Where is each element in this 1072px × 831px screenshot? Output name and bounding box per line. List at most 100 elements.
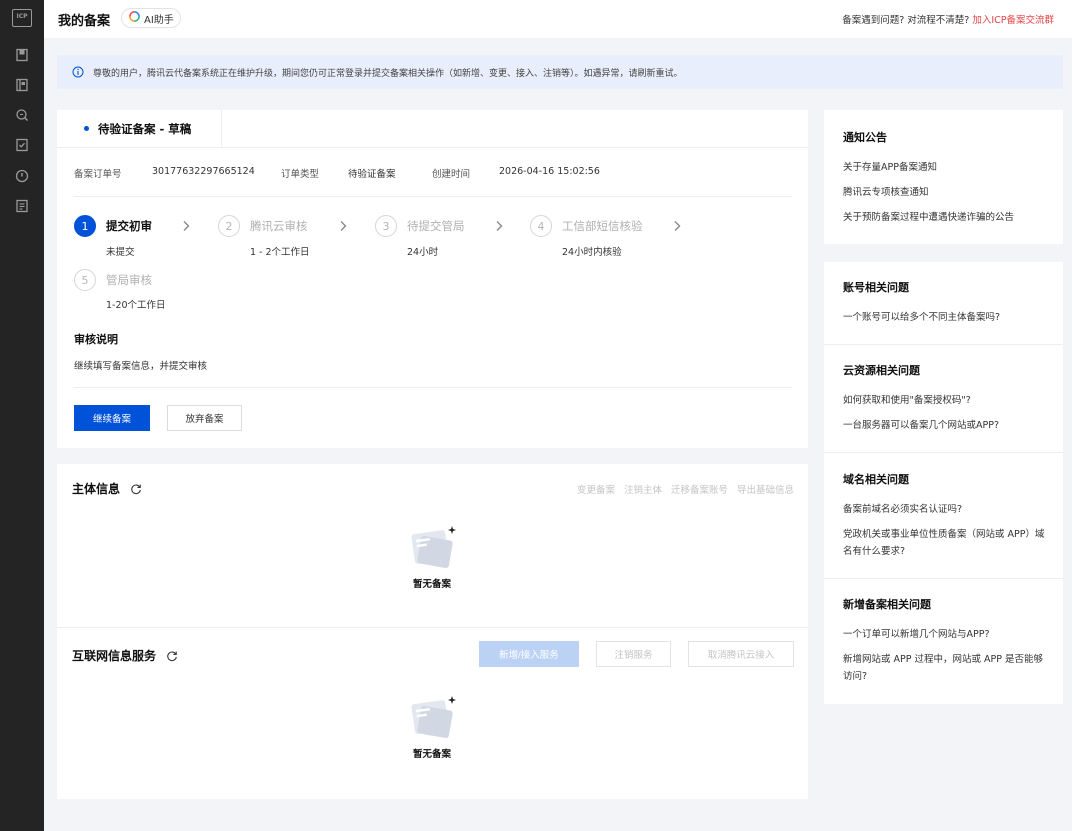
empty-folder-icon <box>405 694 459 740</box>
continue-filing-button[interactable]: 继续备案 <box>74 405 150 431</box>
ai-sparkle-icon <box>129 11 140 25</box>
faq-divider <box>824 344 1063 345</box>
faq-link[interactable]: 备案前域名必须实名认证吗? <box>843 501 1048 518</box>
tab-divider <box>222 147 808 148</box>
faq-link[interactable]: 一个账号可以给多个不同主体备案吗? <box>843 309 1048 326</box>
help-text: 备案遇到问题? 对流程不清楚? 加入ICP备案交流群 <box>842 12 1054 26</box>
help-question: 备案遇到问题? 对流程不清楚? <box>842 15 970 26</box>
notice-card: 通知公告 关于存量APP备案通知 腾讯云专项核查通知 关于预防备案过程中遭遇快递… <box>824 110 1063 244</box>
review-divider <box>74 387 792 388</box>
step-2-sub: 1 - 2个工作日 <box>250 247 310 258</box>
chevron-right-icon <box>338 220 348 232</box>
step-5-label: 管局审核 <box>106 273 152 287</box>
add-service-button[interactable]: 新增/接入服务 <box>479 641 579 667</box>
step-4-sub: 24小时内核验 <box>562 247 622 258</box>
cancel-service-button[interactable]: 注销服务 <box>596 641 671 667</box>
review-title: 审核说明 <box>74 333 118 346</box>
faq-link[interactable]: 一个订单可以新增几个网站与APP? <box>843 626 1048 643</box>
step-5-sub: 1-20个工作日 <box>106 300 166 311</box>
faq-link[interactable]: 一台服务器可以备案几个网站或APP? <box>843 417 1048 434</box>
step-2-number: 2 <box>218 215 240 237</box>
step-1-sub: 未提交 <box>106 247 135 258</box>
subject-actions: 变更备案 注销主体 迁移备案账号 导出基础信息 <box>577 482 794 496</box>
step-1-number: 1 <box>74 215 96 237</box>
notice-link[interactable]: 关于预防备案过程中遭遇快递诈骗的公告 <box>843 209 1048 226</box>
review-text: 继续填写备案信息，并提交审核 <box>74 361 208 372</box>
filing-status-card: 待验证备案 - 草稿 备案订单号 30177632297665124 订单类型 … <box>57 110 808 448</box>
cancel-access-button[interactable]: 取消腾讯云接入 <box>688 641 794 667</box>
export-info-link[interactable]: 导出基础信息 <box>737 482 794 496</box>
chevron-right-icon <box>494 220 504 232</box>
order-type-value: 待验证备案 <box>348 169 396 180</box>
sidebar: ICP <box>0 0 44 831</box>
notice-link[interactable]: 腾讯云专项核查通知 <box>843 184 1048 201</box>
cancel-subject-link[interactable]: 注销主体 <box>624 482 662 496</box>
ai-assistant-button[interactable]: AI助手 <box>121 8 181 28</box>
abandon-filing-button[interactable]: 放弃备案 <box>167 405 242 431</box>
step-4-label: 工信部短信核验 <box>562 219 643 233</box>
join-group-link[interactable]: 加入ICP备案交流群 <box>972 15 1054 26</box>
created-time-label: 创建时间 <box>432 169 471 180</box>
check-icon[interactable] <box>14 137 30 153</box>
chevron-right-icon <box>672 220 682 232</box>
ai-assistant-label: AI助手 <box>144 14 174 26</box>
info-icon <box>72 66 84 78</box>
domain-faq-title: 域名相关问题 <box>843 473 909 486</box>
empty-folder-icon <box>405 524 459 570</box>
change-filing-link[interactable]: 变更备案 <box>577 482 615 496</box>
status-tab[interactable]: 待验证备案 - 草稿 <box>57 110 222 148</box>
step-3: 3 待提交管局 <box>375 215 465 237</box>
order-no-value: 30177632297665124 <box>152 166 255 177</box>
step-5: 5 管局审核 <box>74 269 152 291</box>
faq-card: 账号相关问题 一个账号可以给多个不同主体备案吗? 云资源相关问题 如何获取和使用… <box>824 262 1063 704</box>
step-1-label: 提交初审 <box>106 219 152 233</box>
account-faq-title: 账号相关问题 <box>843 281 909 294</box>
step-1: 1 提交初审 <box>74 215 152 237</box>
bookmark-icon[interactable] <box>14 47 30 63</box>
step-2-label: 腾讯云审核 <box>250 219 308 233</box>
created-time-value: 2026-04-16 15:02:56 <box>499 166 600 177</box>
clock-icon[interactable] <box>14 168 30 184</box>
page-title: 我的备案 <box>58 14 111 29</box>
new-filing-faq-title: 新增备案相关问题 <box>843 598 931 611</box>
status-dot <box>84 126 89 131</box>
faq-link[interactable]: 如何获取和使用"备案授权码"? <box>843 392 1048 409</box>
chevron-right-icon <box>181 220 191 232</box>
faq-link[interactable]: 新增网站或 APP 过程中，网站或 APP 是否能够访问? <box>843 651 1048 685</box>
service-empty-state: 暂无备案 <box>392 694 472 760</box>
notice-link[interactable]: 关于存量APP备案通知 <box>843 159 1048 176</box>
subject-empty-state: 暂无备案 <box>392 524 472 590</box>
status-tab-label: 待验证备案 - 草稿 <box>98 121 192 136</box>
step-3-label: 待提交管局 <box>407 219 465 233</box>
notice-text: 尊敬的用户，腾讯云代备案系统正在维护升级，期间您仍可正常登录并提交备案相关操作（… <box>93 68 683 79</box>
notice-title: 通知公告 <box>843 131 887 144</box>
top-bar: 我的备案 AI助手 备案遇到问题? 对流程不清楚? 加入ICP备案交流群 <box>44 0 1072 38</box>
subject-info-header: 主体信息 <box>72 480 142 497</box>
cloud-faq-title: 云资源相关问题 <box>843 364 920 377</box>
document-icon[interactable] <box>14 198 30 214</box>
section-divider <box>57 627 808 628</box>
internet-service-header: 互联网信息服务 <box>72 647 178 664</box>
step-3-number: 3 <box>375 215 397 237</box>
search-doc-icon[interactable] <box>14 107 30 123</box>
icp-logo[interactable]: ICP <box>12 9 32 27</box>
step-4: 4 工信部短信核验 <box>530 215 643 237</box>
faq-link[interactable]: 党政机关或事业单位性质备案（网站或 APP）域名有什么要求? <box>843 526 1048 560</box>
refresh-icon[interactable] <box>130 483 142 495</box>
order-type-label: 订单类型 <box>281 169 320 180</box>
faq-divider <box>824 578 1063 579</box>
migrate-account-link[interactable]: 迁移备案账号 <box>671 482 728 496</box>
meta-divider <box>74 196 792 197</box>
subject-empty-text: 暂无备案 <box>412 579 451 590</box>
faq-divider <box>824 452 1063 453</box>
step-2: 2 腾讯云审核 <box>218 215 308 237</box>
subject-info-title: 主体信息 <box>72 482 121 496</box>
service-empty-text: 暂无备案 <box>412 749 451 760</box>
refresh-icon[interactable] <box>166 650 178 662</box>
step-3-sub: 24小时 <box>407 247 439 258</box>
order-no-label: 备案订单号 <box>74 169 122 180</box>
book-icon[interactable] <box>14 77 30 93</box>
maintenance-notice: 尊敬的用户，腾讯云代备案系统正在维护升级，期间您仍可正常登录并提交备案相关操作（… <box>57 55 1063 89</box>
step-4-number: 4 <box>530 215 552 237</box>
filing-info-card: 主体信息 变更备案 注销主体 迁移备案账号 导出基础信息 暂无备案 互联网信息服… <box>57 464 808 799</box>
